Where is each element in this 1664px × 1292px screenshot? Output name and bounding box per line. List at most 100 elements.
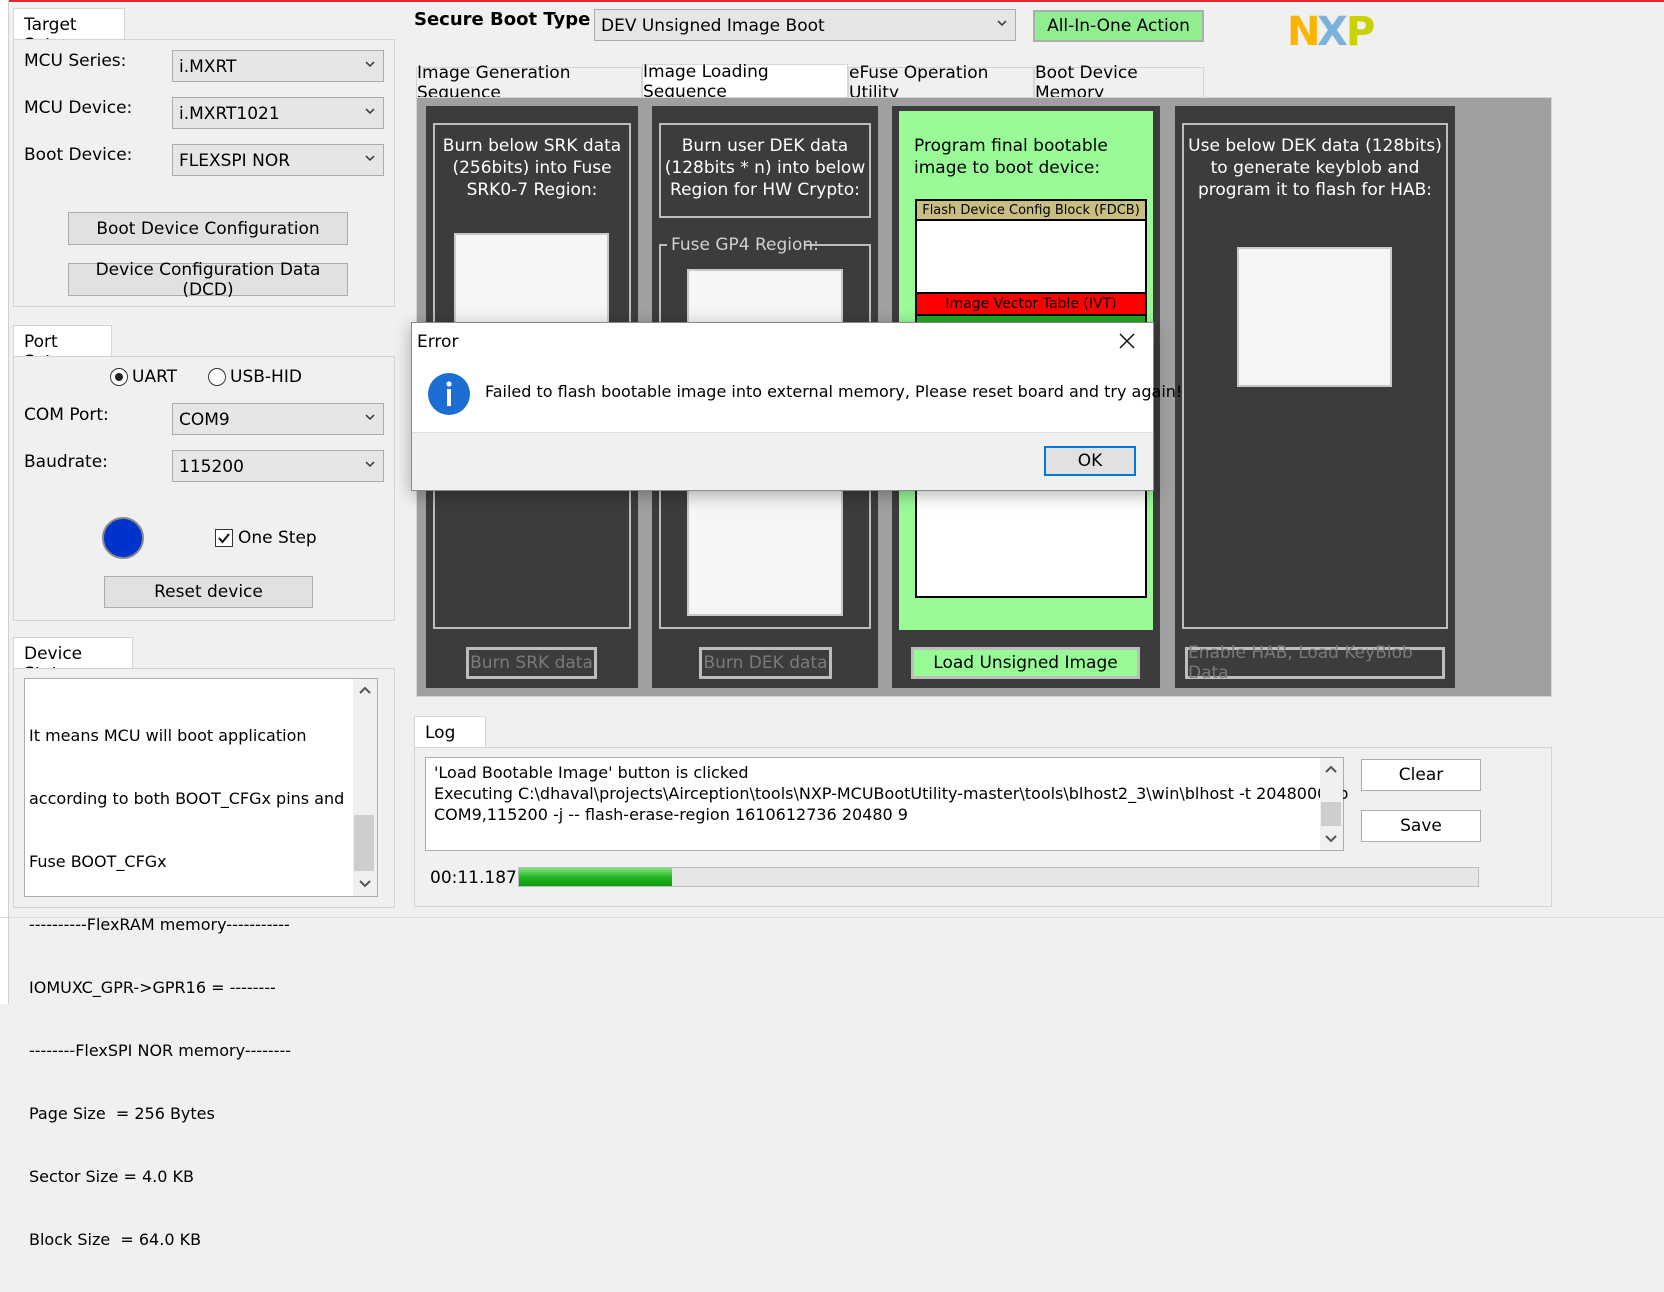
tab-port-setup[interactable]: Port Setup (13, 325, 112, 372)
com-port-value: COM9 (179, 410, 230, 430)
dialog-message: Failed to flash bootable image into exte… (485, 382, 1183, 401)
status-line: Fuse BOOT_CFGx (29, 852, 167, 871)
save-log-button[interactable]: Save (1361, 810, 1481, 842)
tab-log[interactable]: Log (414, 716, 486, 748)
status-line: --------FlexSPI NOR memory-------- (29, 1041, 291, 1060)
log-line: COM9,115200 -j -- flash-erase-region 161… (434, 805, 908, 824)
gp4-label: Fuse GP4 Region: (671, 235, 819, 255)
status-line: Page Size = 256 Bytes (29, 1104, 215, 1123)
scrollbar-thumb[interactable] (1321, 802, 1341, 826)
mcu-device-label: MCU Device: (24, 98, 133, 118)
hab-instructions: Use below DEK data (128bits) to generate… (1188, 136, 1442, 200)
srk-instructions: Burn below SRK data (256bits) into Fuse … (442, 136, 622, 200)
fdcb-block: Flash Device Config Block (FDCB) (915, 199, 1147, 221)
gp4-data-box-top[interactable] (687, 269, 843, 329)
hab-dek-box[interactable] (1237, 247, 1392, 387)
baudrate-label: Baudrate: (24, 452, 108, 472)
window-top-border (0, 0, 1664, 2)
secure-boot-type-value: DEV Unsigned Image Boot (601, 16, 825, 36)
log-scrollbar[interactable] (1320, 758, 1343, 850)
mcu-series-value: i.MXRT (179, 57, 237, 77)
one-step-label: One Step (238, 528, 317, 548)
tab-boot-device-memory[interactable]: Boot Device Memory (1034, 63, 1204, 103)
ok-button[interactable]: OK (1044, 446, 1136, 476)
boot-device-label: Boot Device: (24, 145, 133, 165)
tab-label: Image Loading Sequence (643, 62, 769, 102)
burn-dek-button[interactable]: Burn DEK data (699, 647, 832, 679)
usbhid-radio[interactable] (208, 368, 226, 386)
log-textbox[interactable]: 'Load Bootable Image' button is clicked … (425, 757, 1349, 851)
status-bar-divider (0, 917, 1664, 918)
elapsed-time: 00:11.187 (430, 868, 517, 888)
nxp-logo: N X P (1287, 9, 1383, 55)
mcu-device-select[interactable]: i.MXRT1021 (172, 97, 384, 129)
background-window-edge (0, 0, 9, 1004)
secure-boot-type-label: Secure Boot Type (414, 9, 591, 30)
uart-label: UART (132, 367, 178, 387)
error-dialog: Error Failed to flash bootable image int… (411, 322, 1182, 491)
boot-device-value: FLEXSPI NOR (179, 151, 291, 171)
boot-device-select[interactable]: FLEXSPI NOR (172, 144, 384, 176)
nxp-logo-icon: N X P (1287, 9, 1375, 55)
boot-device-configuration-button[interactable]: Boot Device Configuration (68, 212, 348, 245)
status-scrollbar[interactable] (353, 679, 377, 896)
one-step-checkbox[interactable] (215, 529, 233, 547)
mcu-series-select[interactable]: i.MXRT (172, 50, 384, 82)
status-line: Sector Size = 4.0 KB (29, 1167, 194, 1186)
tab-device-status[interactable]: Device Status (13, 637, 133, 684)
program-instructions: Program final bootable image to boot dev… (914, 136, 1108, 178)
gp4-data-box-bottom[interactable] (687, 489, 843, 616)
svg-text:X: X (1317, 10, 1348, 50)
burn-srk-button[interactable]: Burn SRK data (466, 647, 597, 679)
svg-text:N: N (1287, 10, 1320, 50)
mcu-device-value: i.MXRT1021 (179, 104, 280, 124)
com-port-select[interactable]: COM9 (172, 403, 384, 435)
radio-dot-icon (115, 373, 123, 381)
scroll-down-icon[interactable] (359, 879, 371, 889)
com-port-label: COM Port: (24, 405, 109, 425)
svg-text:P: P (1346, 10, 1375, 50)
ivt-block: Image Vector Table (IVT) (915, 292, 1147, 316)
device-status-text: It means MCU will boot application accor… (29, 683, 344, 1292)
tab-image-generation-sequence[interactable]: Image Generation Sequence (416, 63, 642, 103)
chevron-down-icon (997, 20, 1007, 27)
chevron-down-icon (365, 414, 375, 421)
status-line: according to both BOOT_CFGx pins and (29, 789, 345, 808)
chevron-down-icon (365, 108, 375, 115)
dialog-button-bar (412, 432, 1153, 490)
status-line: IOMUXC_GPR->GPR16 = -------- (29, 978, 276, 997)
chevron-down-icon (365, 61, 375, 68)
clear-log-button[interactable]: Clear (1361, 759, 1481, 791)
info-icon (428, 373, 470, 415)
progress-bar-fill (519, 868, 673, 886)
baudrate-select[interactable]: 115200 (172, 450, 384, 482)
dek-instructions: Burn user DEK data (128bits * n) into be… (664, 136, 866, 200)
gp4-frame-top-left (659, 244, 667, 246)
scroll-down-icon[interactable] (1325, 834, 1337, 844)
srk-data-box[interactable] (454, 233, 609, 328)
dcd-button[interactable]: Device Configuration Data (DCD) (68, 260, 348, 300)
connection-status-indicator (102, 517, 144, 559)
tab-target-setup[interactable]: Target Setup (13, 8, 125, 55)
enable-hab-button[interactable]: Enable HAB, Load KeyBlob Data (1185, 643, 1445, 683)
log-line: Executing C:\dhaval\projects\Airception\… (434, 784, 1349, 803)
check-icon (218, 533, 230, 544)
scrollbar-thumb[interactable] (354, 815, 374, 871)
secure-boot-type-select[interactable]: DEV Unsigned Image Boot (594, 9, 1016, 41)
close-icon[interactable] (1118, 332, 1136, 350)
progress-bar (518, 867, 1479, 887)
dialog-title: Error (417, 332, 459, 352)
status-line: Block Size = 64.0 KB (29, 1230, 202, 1249)
uart-radio[interactable] (110, 368, 128, 386)
reset-device-button[interactable]: Reset device (104, 576, 313, 608)
device-status-textbox[interactable]: It means MCU will boot application accor… (24, 678, 378, 1249)
scroll-up-icon[interactable] (1325, 764, 1337, 774)
load-unsigned-image-button[interactable]: Load Unsigned Image (911, 647, 1140, 679)
status-line: It means MCU will boot application (29, 726, 307, 745)
tab-efuse-operation-utility[interactable]: eFuse Operation Utility (848, 63, 1034, 103)
mcu-series-label: MCU Series: (24, 51, 127, 71)
log-line: 'Load Bootable Image' button is clicked (434, 763, 749, 782)
scroll-up-icon[interactable] (359, 685, 371, 695)
tab-image-loading-sequence[interactable]: Image Loading Sequence (642, 62, 848, 102)
all-in-one-action-button[interactable]: All-In-One Action (1033, 10, 1204, 42)
